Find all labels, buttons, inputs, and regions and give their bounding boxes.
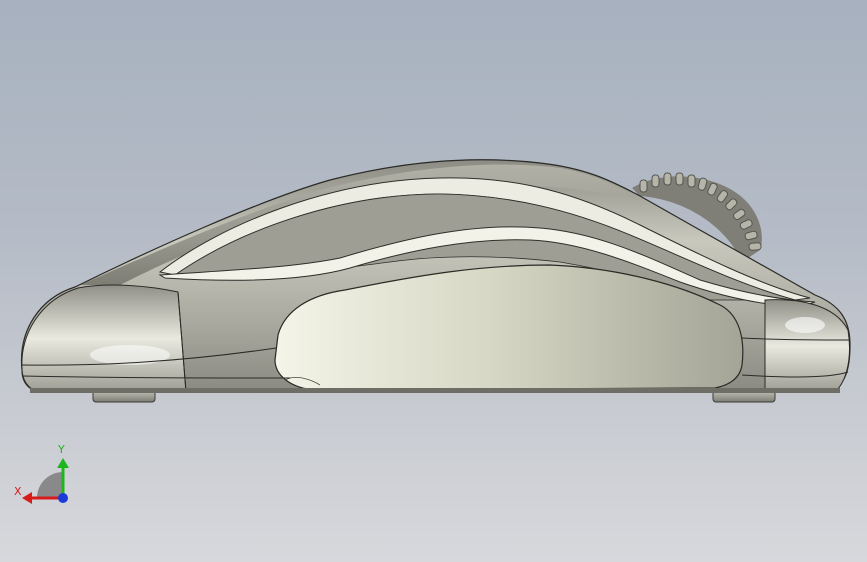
triad-quadrant	[37, 472, 63, 498]
front-highlight	[785, 317, 825, 333]
x-axis-label: X	[14, 485, 22, 498]
rear-highlight	[90, 345, 170, 365]
base-plate	[30, 388, 840, 393]
z-axis-dot	[58, 493, 68, 503]
axis-triad: Y X	[14, 443, 69, 504]
y-axis-label: Y	[57, 443, 65, 456]
graphics-viewport[interactable]: Y X	[0, 0, 867, 562]
mouse-3d-model[interactable]	[0, 0, 867, 562]
